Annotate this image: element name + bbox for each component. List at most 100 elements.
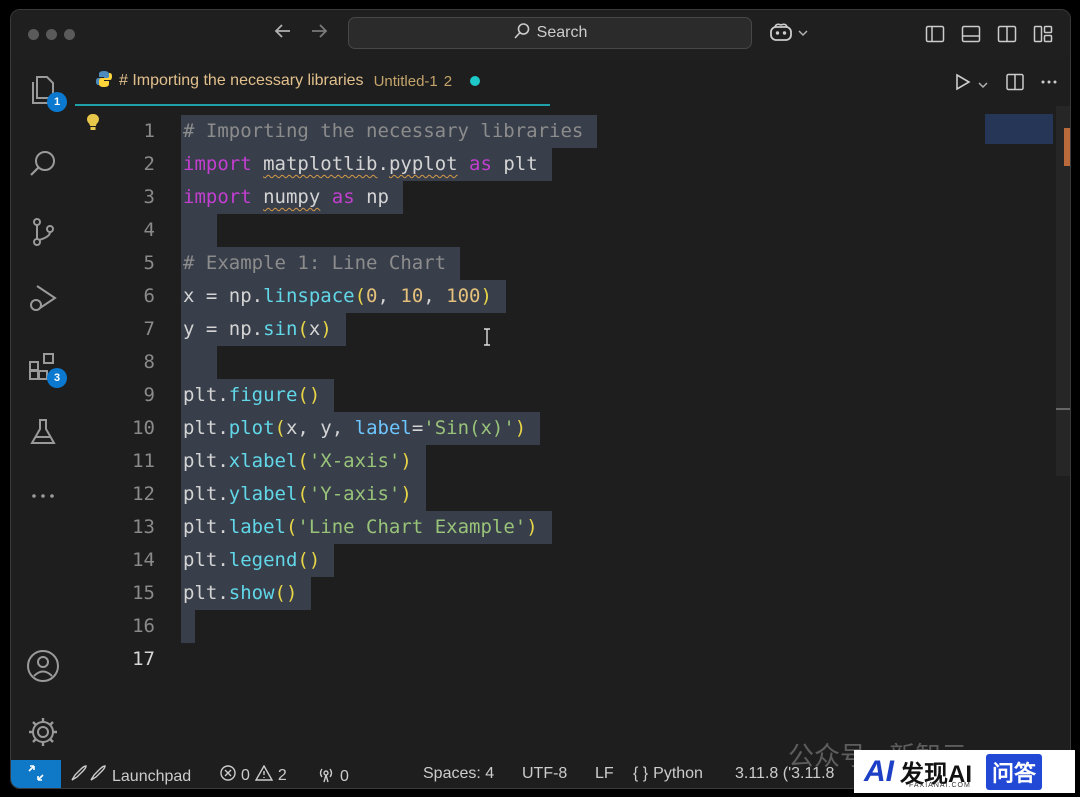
line-number: 9 <box>143 384 155 406</box>
toggle-primary-sidebar-icon[interactable] <box>925 24 945 49</box>
customize-layout-icon[interactable] <box>1033 24 1053 49</box>
source-control-icon[interactable] <box>25 214 61 250</box>
arrow-right-icon[interactable] <box>309 21 329 47</box>
ports-item[interactable]: 0 <box>317 765 349 788</box>
code-editor[interactable]: 1 2 3 4 5 6 7 8 9 10 11 12 13 14 15 16 1… <box>75 106 1070 760</box>
scrollbar-thumb[interactable] <box>1064 128 1070 166</box>
broadcast-icon <box>317 765 335 788</box>
explorer-icon[interactable]: 1 <box>25 72 67 112</box>
toggle-panel-icon[interactable] <box>961 24 981 49</box>
scroll-indicator <box>1056 408 1070 410</box>
language-mode-item[interactable]: { } Python <box>633 765 703 783</box>
line-number: 6 <box>143 285 155 307</box>
remote-icon <box>27 764 45 787</box>
line-number: 11 <box>132 450 155 472</box>
tab-title: # Importing the necessary libraries <box>119 72 364 89</box>
tab-untitled-1[interactable]: # Importing the necessary libraries Unti… <box>75 58 550 106</box>
line-number-current: 17 <box>132 648 155 670</box>
code-line[interactable] <box>181 610 195 643</box>
toggle-secondary-sidebar-icon[interactable] <box>997 24 1017 49</box>
error-count: 0 <box>241 766 250 784</box>
eol-label: LF <box>595 765 614 782</box>
search-icon <box>513 22 531 45</box>
line-number: 8 <box>143 351 155 373</box>
encoding-label: UTF-8 <box>522 765 568 782</box>
vscode-window: Search 1 3 # Importing the necessary lib… <box>10 9 1071 789</box>
logo-qa-badge: 问答 <box>986 753 1043 790</box>
line-number: 13 <box>132 516 155 538</box>
extensions-icon[interactable]: 3 <box>25 348 67 388</box>
code-line[interactable]: # Importing the necessary libraries <box>181 115 598 148</box>
command-center-search[interactable]: Search <box>348 17 752 49</box>
launchpad-item[interactable]: Launchpad <box>69 765 191 788</box>
code-line[interactable]: x = np.linspace(0, 10, 100) <box>181 280 506 313</box>
code-line[interactable] <box>181 214 217 247</box>
code-line[interactable]: plt.figure() <box>181 379 335 412</box>
line-number: 5 <box>143 252 155 274</box>
line-number: 7 <box>143 318 155 340</box>
testing-flask-icon[interactable] <box>25 414 61 450</box>
watermark-logo: AI 发现AI FAXIANAI.COM 问答 <box>854 750 1075 793</box>
copilot-icon[interactable] <box>769 22 793 49</box>
minimap[interactable] <box>985 114 1053 144</box>
warning-count: 2 <box>277 766 287 784</box>
language-label: Python <box>653 765 703 782</box>
search-label: Search <box>536 24 588 41</box>
code-line[interactable] <box>181 346 217 379</box>
unsaved-dot-icon[interactable] <box>470 76 481 86</box>
line-number: 1 <box>143 120 155 142</box>
indentation-item[interactable]: Spaces: 4 <box>423 765 494 783</box>
code-line[interactable]: # Example 1: Line Chart <box>181 247 461 280</box>
close-window-button[interactable] <box>28 29 39 40</box>
code-line[interactable]: plt.plot(x, y, label='Sin(x)') <box>181 412 541 445</box>
rocket-icon <box>69 765 107 788</box>
search-view-icon[interactable] <box>25 146 61 182</box>
lightbulb-icon[interactable] <box>83 112 103 139</box>
settings-gear-icon[interactable] <box>25 714 61 750</box>
extensions-badge: 3 <box>47 368 67 388</box>
run-debug-icon[interactable] <box>25 280 61 316</box>
encoding-item[interactable]: UTF-8 <box>522 765 567 783</box>
python-file-icon <box>95 70 113 93</box>
split-editor-icon[interactable] <box>1005 72 1025 97</box>
ports-count: 0 <box>340 767 349 785</box>
editor-tab-bar: # Importing the necessary libraries Unti… <box>75 58 1070 106</box>
launchpad-label: Launchpad <box>112 767 192 785</box>
indentation-label: Spaces: 4 <box>423 765 495 782</box>
tab-filename: Untitled-1 <box>373 72 438 90</box>
code-line[interactable]: import matplotlib.pyplot as plt <box>181 148 552 181</box>
code-line[interactable]: plt.xlabel('X-axis') <box>181 445 426 478</box>
line-number: 4 <box>143 219 155 241</box>
activity-bar: 1 3 <box>11 58 75 760</box>
more-views-icon[interactable] <box>25 478 61 514</box>
more-actions-icon[interactable] <box>1039 72 1059 97</box>
problems-item[interactable]: 0 2 <box>220 764 287 786</box>
line-number: 12 <box>132 483 155 505</box>
logo-subtext: FAXIANAI.COM <box>909 782 971 789</box>
logo-ai-mark: AI <box>864 754 894 788</box>
text-cursor-icon <box>482 328 492 351</box>
code-line[interactable]: plt.show() <box>181 577 312 610</box>
line-number: 2 <box>143 153 155 175</box>
eol-item[interactable]: LF <box>595 765 614 783</box>
remote-window-button[interactable] <box>11 760 61 788</box>
maximize-window-button[interactable] <box>64 29 75 40</box>
run-python-file-icon[interactable] <box>953 72 973 97</box>
code-line[interactable]: plt.ylabel('Y-axis') <box>181 478 426 511</box>
minimize-window-button[interactable] <box>46 29 57 40</box>
arrow-left-icon[interactable] <box>273 21 293 47</box>
accounts-icon[interactable] <box>25 648 61 684</box>
chevron-down-icon[interactable] <box>797 26 809 44</box>
tab-problem-count: 2 <box>443 72 453 90</box>
line-number: 10 <box>132 417 155 439</box>
code-line[interactable]: plt.label('Line Chart Example') <box>181 511 552 544</box>
explorer-badge: 1 <box>47 92 67 112</box>
code-line[interactable]: import numpy as np <box>181 181 403 214</box>
title-bar: Search <box>11 10 1070 58</box>
error-icon <box>220 765 236 786</box>
code-line[interactable]: y = np.sin(x) <box>181 313 346 346</box>
line-number: 3 <box>143 186 155 208</box>
run-chevron-down-icon[interactable] <box>977 78 989 96</box>
braces-icon: { } <box>633 765 649 782</box>
code-line[interactable]: plt.legend() <box>181 544 335 577</box>
